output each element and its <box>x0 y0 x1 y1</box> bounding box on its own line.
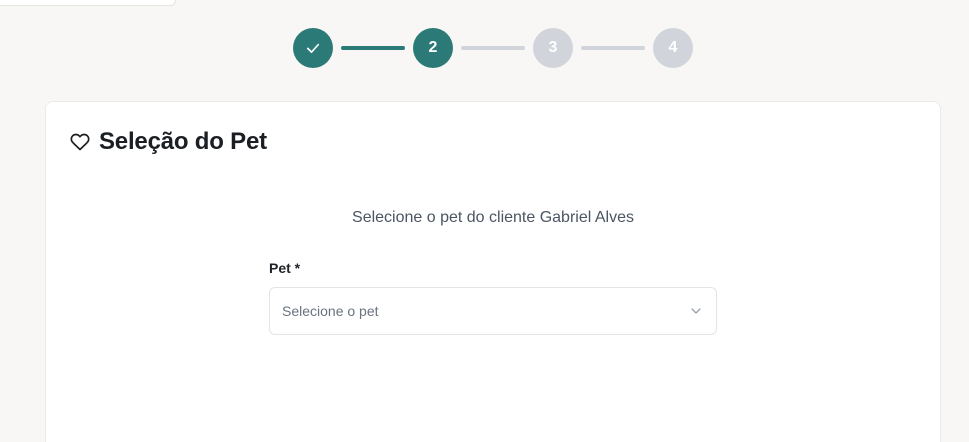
chevron-down-icon <box>688 303 704 319</box>
page: 2 3 4 Seleção do Pet Selecione o pet do … <box>0 0 969 442</box>
stepper: 2 3 4 <box>293 28 693 68</box>
step-1-completed <box>293 28 333 68</box>
card-title: Seleção do Pet <box>99 128 267 155</box>
pet-select[interactable]: Selecione o pet <box>269 287 717 335</box>
step-connector-2 <box>461 46 525 50</box>
step-3-pending: 3 <box>533 28 573 68</box>
pet-selection-card: Seleção do Pet Selecione o pet do client… <box>45 101 941 442</box>
pet-field-label: Pet * <box>269 260 301 276</box>
step-connector-3 <box>581 46 645 50</box>
step-2-active: 2 <box>413 28 453 68</box>
check-icon <box>306 43 320 53</box>
heart-icon <box>70 132 90 152</box>
step-4-pending: 4 <box>653 28 693 68</box>
pet-select-placeholder: Selecione o pet <box>282 303 379 319</box>
step-connector-1 <box>341 46 405 50</box>
card-header: Seleção do Pet <box>70 128 267 156</box>
card-subtitle: Selecione o pet do cliente Gabriel Alves <box>352 209 634 226</box>
top-bar-fragment <box>0 0 176 6</box>
